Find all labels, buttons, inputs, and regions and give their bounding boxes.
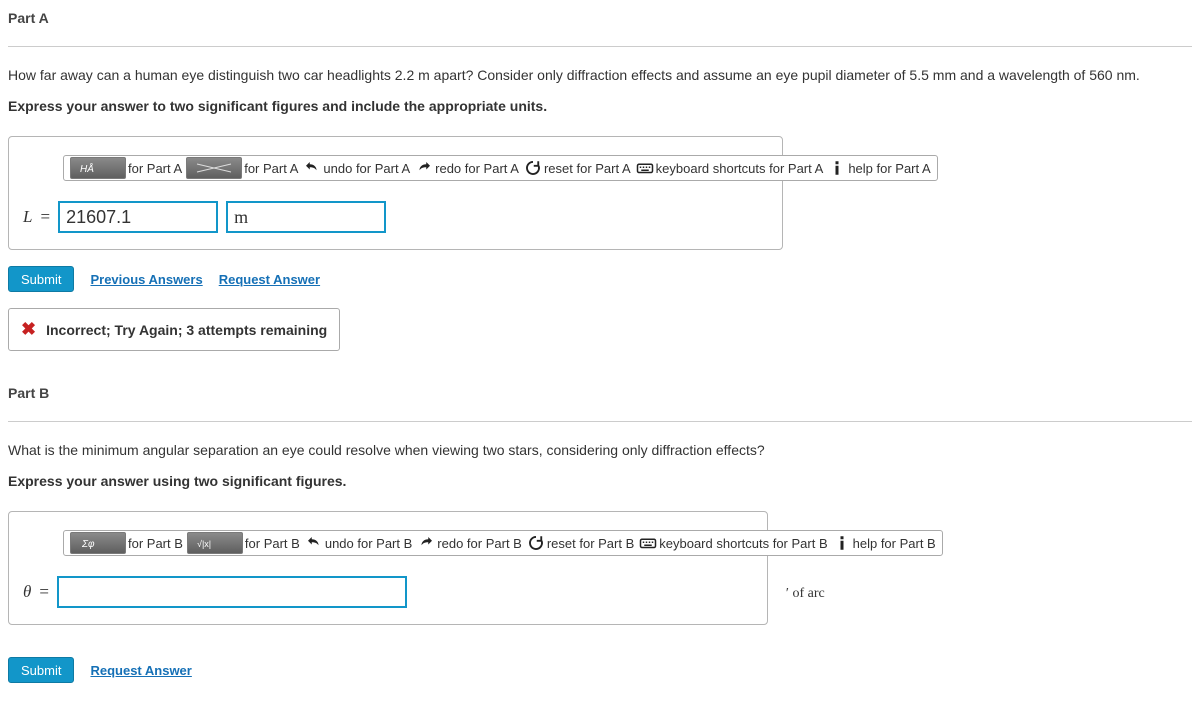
toolbar-redo-label: redo for Part A xyxy=(435,161,519,176)
toolbar-template-1-label: for Part B xyxy=(128,536,183,551)
separator xyxy=(8,46,1192,47)
submit-button[interactable]: Submit xyxy=(8,657,74,683)
unit-suffix: ′ of arc xyxy=(786,586,825,601)
redo-icon xyxy=(414,158,434,178)
toolbar-help[interactable]: help for Part A xyxy=(825,157,932,179)
toolbar-keyboard[interactable]: keyboard shortcuts for Part A xyxy=(633,157,826,179)
toolbar-template-1[interactable]: HÅ for Part A xyxy=(68,157,184,179)
toolbar-reset[interactable]: reset for Part A xyxy=(521,157,633,179)
toolbar-undo-label: undo for Part B xyxy=(325,536,412,551)
submit-button[interactable]: Submit xyxy=(8,266,74,292)
part-a-toolbar: HÅ for Part A for Part A undo for Part A… xyxy=(63,155,938,181)
x-icon: ✖ xyxy=(21,319,36,340)
keyboard-icon xyxy=(638,533,658,553)
part-b-label: Part B xyxy=(8,385,1192,401)
var-L: L xyxy=(23,207,32,227)
part-b-instruction: Express your answer using two significan… xyxy=(8,473,1192,489)
toolbar-keyboard[interactable]: keyboard shortcuts for Part B xyxy=(636,532,829,554)
request-answer-link[interactable]: Request Answer xyxy=(219,272,320,287)
toolbar-keyboard-label: keyboard shortcuts for Part A xyxy=(656,161,824,176)
reset-icon xyxy=(523,158,543,178)
toolbar-help-label: help for Part A xyxy=(848,161,930,176)
part-a-label: Part A xyxy=(8,10,1192,26)
toolbar-help-label: help for Part B xyxy=(853,536,936,551)
keyboard-icon xyxy=(635,158,655,178)
help-icon xyxy=(832,533,852,553)
toolbar-undo-label: undo for Part A xyxy=(323,161,410,176)
help-icon xyxy=(827,158,847,178)
part-b-actions: Submit Request Answer xyxy=(8,657,1192,683)
feedback-incorrect: ✖ Incorrect; Try Again; 3 attempts remai… xyxy=(8,308,340,351)
part-b-answer-box: Σφ for Part B √|x| for Part B undo for P… xyxy=(8,511,768,625)
toolbar-redo-label: redo for Part B xyxy=(437,536,522,551)
toolbar-template-2-label: for Part B xyxy=(245,536,300,551)
part-a-instruction: Express your answer to two significant f… xyxy=(8,98,1192,114)
var-theta: θ xyxy=(23,582,31,602)
undo-icon xyxy=(304,533,324,553)
eq-sign: = xyxy=(39,582,49,602)
toolbar-undo[interactable]: undo for Part B xyxy=(302,532,414,554)
toolbar-reset-label: reset for Part B xyxy=(547,536,634,551)
redo-icon xyxy=(416,533,436,553)
separator xyxy=(8,421,1192,422)
toolbar-template-1-label: for Part A xyxy=(128,161,182,176)
toolbar-template-2-label: for Part A xyxy=(244,161,298,176)
request-answer-link[interactable]: Request Answer xyxy=(90,663,191,678)
part-b-value-input[interactable] xyxy=(57,576,407,608)
toolbar-redo[interactable]: redo for Part A xyxy=(412,157,521,179)
toolbar-redo[interactable]: redo for Part B xyxy=(414,532,524,554)
part-a-answer-box: HÅ for Part A for Part A undo for Part A… xyxy=(8,136,783,250)
part-b-question: What is the minimum angular separation a… xyxy=(8,440,1192,461)
part-b-toolbar: Σφ for Part B √|x| for Part B undo for P… xyxy=(63,530,943,556)
toolbar-reset-label: reset for Part A xyxy=(544,161,631,176)
reset-icon xyxy=(526,533,546,553)
undo-icon xyxy=(302,158,322,178)
toolbar-help[interactable]: help for Part B xyxy=(830,532,938,554)
feedback-text: Incorrect; Try Again; 3 attempts remaini… xyxy=(46,322,327,338)
part-a-value-input[interactable] xyxy=(58,201,218,233)
part-a-input-row: L = xyxy=(23,201,768,233)
eq-sign: = xyxy=(40,207,50,227)
toolbar-template-1[interactable]: Σφ for Part B xyxy=(68,532,185,554)
toolbar-keyboard-label: keyboard shortcuts for Part B xyxy=(659,536,827,551)
svg-text:HÅ: HÅ xyxy=(80,162,94,175)
toolbar-reset[interactable]: reset for Part B xyxy=(524,532,636,554)
svg-text:Σφ: Σφ xyxy=(81,539,95,550)
previous-answers-link[interactable]: Previous Answers xyxy=(90,272,202,287)
toolbar-template-2[interactable]: √|x| for Part B xyxy=(185,532,302,554)
part-a-unit-input[interactable] xyxy=(226,201,386,233)
toolbar-undo[interactable]: undo for Part A xyxy=(300,157,412,179)
part-a-question: How far away can a human eye distinguish… xyxy=(8,65,1192,86)
toolbar-template-2[interactable]: for Part A xyxy=(184,157,300,179)
part-a-actions: Submit Previous Answers Request Answer xyxy=(8,266,1192,292)
part-b-input-row: θ = xyxy=(23,576,753,608)
svg-text:√|x|: √|x| xyxy=(197,539,211,549)
